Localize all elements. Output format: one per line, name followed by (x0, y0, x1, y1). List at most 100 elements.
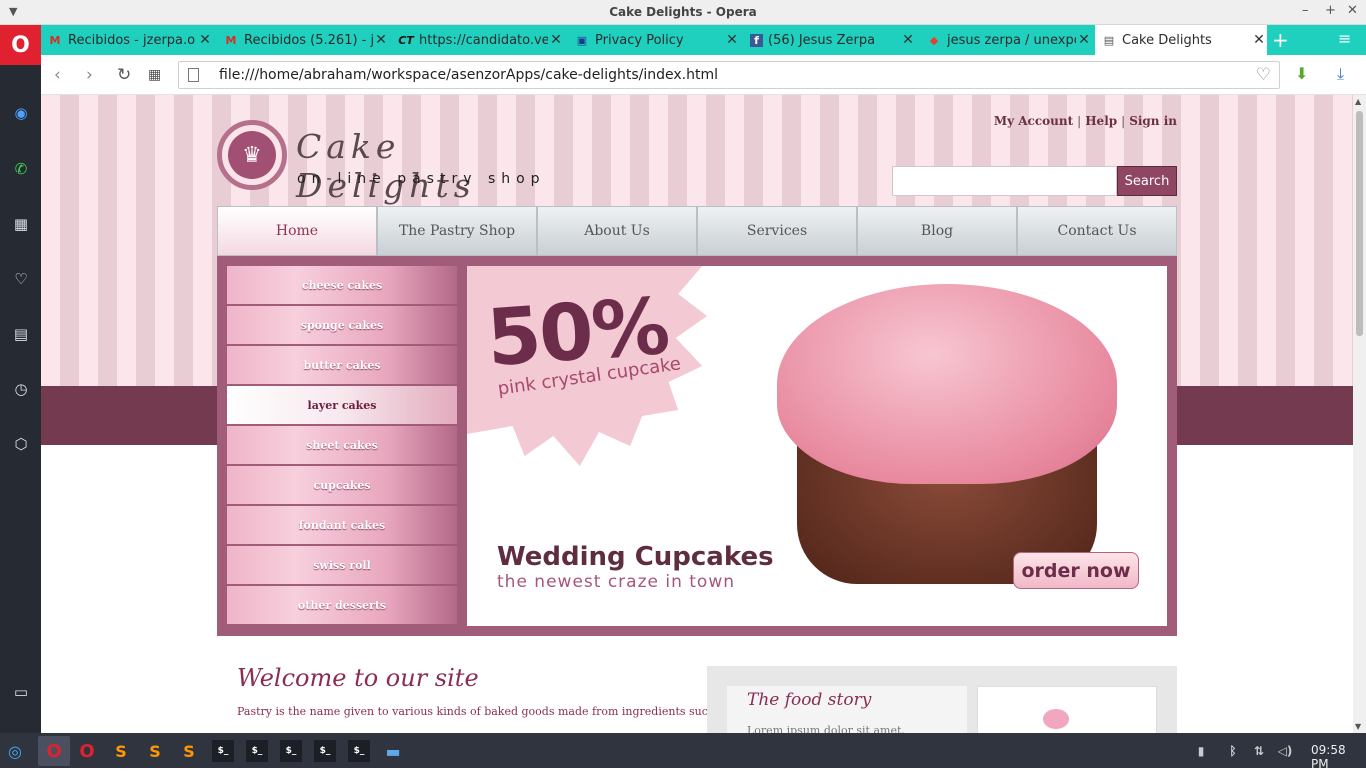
nav-services[interactable]: Services (697, 206, 857, 256)
terminal-icon[interactable]: $_ (314, 740, 336, 762)
download-extension-icon[interactable]: ⬇ (1295, 64, 1308, 83)
nav-home[interactable]: Home (217, 206, 377, 256)
url-text: file:///home/abraham/workspace/asenzorAp… (219, 67, 718, 83)
minimize-icon[interactable]: – (1302, 3, 1309, 18)
category-item[interactable]: cheese cakes (227, 266, 457, 306)
tab-gmail-2[interactable]: M Recibidos (5.261) - je ✕ (217, 25, 389, 55)
search-button[interactable]: Search (1117, 166, 1177, 196)
site-logo[interactable]: ♛ Cake Delights on-line pastry shop (217, 120, 557, 205)
sublime-text-icon[interactable]: S (110, 740, 132, 762)
bookmark-heart-icon[interactable]: ♡ (1256, 65, 1271, 85)
network-icon[interactable]: ⇅ (1248, 740, 1270, 762)
app-launcher-icon[interactable]: ◎ (4, 740, 26, 762)
close-tab-icon[interactable]: ✕ (197, 32, 213, 48)
opera-sidebar: ◉ ✆ ▦ ♡ ▤ ◷ ⬡ ▭ (0, 55, 41, 733)
rose-decoration (1043, 709, 1069, 729)
whatsapp-icon[interactable]: ✆ (10, 158, 32, 180)
close-tab-icon[interactable]: ✕ (1251, 32, 1267, 48)
separator: | (1121, 114, 1126, 128)
url-field[interactable]: file:///home/abraham/workspace/asenzorAp… (178, 61, 1280, 89)
terminal-icon[interactable]: $_ (246, 740, 268, 762)
bookmarks-heart-icon[interactable]: ♡ (10, 268, 32, 290)
tab-facebook[interactable]: f (56) Jesus Zerpa ✕ (744, 25, 916, 55)
gmail-icon: M (225, 33, 237, 47)
ct-icon: CT (398, 33, 414, 47)
nav-about-us[interactable]: About Us (537, 206, 697, 256)
separator: | (1077, 114, 1082, 128)
back-icon[interactable]: ‹ (54, 65, 61, 85)
tab-gmail-1[interactable]: M Recibidos - jzerpa.o ✕ (41, 25, 213, 55)
page-info-icon[interactable] (188, 68, 199, 82)
cake-icon: ♛ (228, 131, 276, 179)
tab-candidato[interactable]: CT https://candidato.ve ✕ (392, 25, 564, 55)
category-item[interactable]: swiss roll (227, 546, 457, 586)
opera-taskbar-icon[interactable]: O (76, 740, 98, 762)
close-tab-icon[interactable]: ✕ (548, 32, 564, 48)
welcome-text: Pastry is the name given to various kind… (237, 705, 731, 718)
news-icon[interactable]: ▤ (10, 323, 32, 345)
banner-subtitle: the newest craze in town (497, 572, 736, 592)
category-item[interactable]: butter cakes (227, 346, 457, 386)
sublime-text-icon[interactable]: S (178, 740, 200, 762)
tab-gitlab[interactable]: ◆ jesus zerpa / unexpo ✕ (920, 25, 1092, 55)
bluetooth-icon[interactable]: ᛒ (1222, 740, 1244, 762)
category-item[interactable]: fondant cakes (227, 506, 457, 546)
scrollbar-thumb[interactable] (1356, 111, 1363, 336)
tab-privacy-policy[interactable]: ▣ Privacy Policy ✕ (568, 25, 740, 55)
tab-label: Recibidos (5.261) - je (244, 32, 373, 48)
my-account-link[interactable]: My Account (994, 114, 1073, 128)
history-icon[interactable]: ◷ (10, 378, 32, 400)
window-titlebar: ▼ Cake Delights - Opera – + ✕ (0, 0, 1366, 25)
tab-cake-delights[interactable]: ▤ Cake Delights ✕ (1095, 25, 1267, 55)
sublime-text-icon[interactable]: S (144, 740, 166, 762)
tab-label: Recibidos - jzerpa.o (68, 32, 196, 48)
category-item[interactable]: cupcakes (227, 466, 457, 506)
close-tab-icon[interactable]: ✕ (373, 32, 389, 48)
facebook-icon: f (750, 33, 763, 47)
close-tab-icon[interactable]: ✕ (900, 32, 916, 48)
downloads-icon[interactable]: ⤓ (1337, 64, 1344, 84)
category-item[interactable]: sheet cakes (227, 426, 457, 466)
terminal-icon[interactable]: $_ (280, 740, 302, 762)
nav-pastry-shop[interactable]: The Pastry Shop (377, 206, 537, 256)
terminal-icon[interactable]: $_ (212, 740, 234, 762)
scroll-up-icon[interactable]: ▲ (1355, 97, 1361, 106)
terminal-icon[interactable]: $_ (348, 740, 370, 762)
volume-icon[interactable]: ◁) (1274, 740, 1296, 762)
speed-dial-icon[interactable]: ▦ (10, 213, 32, 235)
search-input[interactable] (892, 166, 1117, 196)
food-story-text: Lorem ipsum dolor sit amet, consectetuer (747, 724, 905, 733)
logo-tagline: on-line pastry shop (297, 171, 546, 187)
address-bar: ‹ › ↻ ▦ file:///home/abraham/workspace/a… (41, 55, 1366, 95)
clock[interactable]: 09:58 PM (1311, 743, 1366, 771)
tab-menu-icon[interactable]: ≡ (1338, 29, 1351, 48)
help-link[interactable]: Help (1085, 114, 1117, 128)
maximize-icon[interactable]: + (1325, 3, 1336, 18)
food-story-image (977, 686, 1157, 733)
messenger-icon[interactable]: ◉ (10, 102, 32, 124)
extensions-cube-icon[interactable]: ⬡ (10, 433, 32, 455)
new-tab-icon[interactable]: + (1272, 28, 1289, 52)
file-manager-icon[interactable]: ▬ (382, 740, 404, 762)
category-item-active[interactable]: layer cakes (227, 386, 457, 426)
close-tab-icon[interactable]: ✕ (724, 32, 740, 48)
category-item[interactable]: other desserts (227, 586, 457, 626)
sign-in-link[interactable]: Sign in (1129, 114, 1177, 128)
page-scrollbar[interactable]: ▲ ▼ (1353, 95, 1366, 733)
order-now-button[interactable]: order now (1013, 552, 1139, 589)
close-window-icon[interactable]: ✕ (1347, 3, 1358, 18)
nav-contact-us[interactable]: Contact Us (1017, 206, 1177, 256)
category-item[interactable]: sponge cakes (227, 306, 457, 346)
close-tab-icon[interactable]: ✕ (1076, 32, 1092, 48)
nav-blog[interactable]: Blog (857, 206, 1017, 256)
tabs-grid-icon[interactable]: ▦ (148, 67, 161, 83)
opera-taskbar-icon[interactable]: O (38, 736, 70, 766)
battery-icon[interactable]: ▮ (1190, 740, 1212, 762)
welcome-heading: Welcome to our site (237, 664, 479, 692)
scroll-down-icon[interactable]: ▼ (1355, 722, 1361, 731)
logo-emblem: ♛ (217, 120, 287, 190)
sidebar-toggle-icon[interactable]: ▭ (10, 681, 32, 703)
opera-menu-button[interactable]: O (0, 25, 41, 65)
reload-icon[interactable]: ↻ (117, 65, 131, 85)
forward-icon[interactable]: › (86, 65, 93, 85)
